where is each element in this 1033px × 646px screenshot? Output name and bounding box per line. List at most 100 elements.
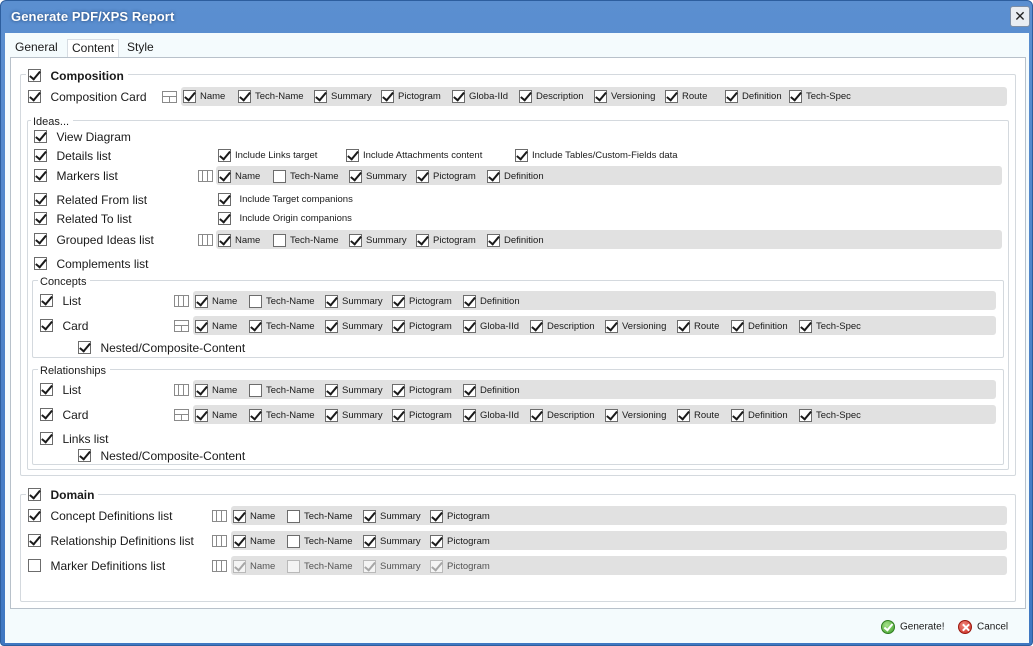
concept-defs-option-pictogram[interactable]: Pictogram: [430, 508, 490, 524]
concepts-card-option-summary[interactable]: Summary: [325, 318, 383, 334]
tab-general[interactable]: General: [11, 39, 62, 57]
include-origin-companions-checkbox[interactable]: [218, 212, 231, 226]
relationships-card-option-summary[interactable]: Summary: [325, 407, 383, 423]
concepts-card-checkbox[interactable]: [40, 319, 53, 333]
concept-defs-name-checkbox[interactable]: [233, 510, 246, 524]
include-origin-companions-option[interactable]: Include Origin companions: [218, 210, 352, 226]
details-list-option-include-attachments-content[interactable]: Include Attachments content: [346, 147, 482, 163]
details-list-option-include-links-target[interactable]: Include Links target: [218, 147, 317, 163]
grouped-ideas-tech-name-checkbox[interactable]: [273, 234, 286, 248]
concept-defs-option-summary[interactable]: Summary: [363, 508, 421, 524]
grouped-ideas-summary-checkbox[interactable]: [349, 234, 362, 248]
domain-checkbox[interactable]: [28, 488, 41, 502]
concepts-card-description-checkbox[interactable]: [530, 320, 543, 334]
details-list-checkbox[interactable]: [34, 149, 47, 163]
relationships-card-option-globa-iid[interactable]: Globa-IId: [463, 407, 519, 423]
composition-card-description-checkbox[interactable]: [519, 90, 532, 104]
table-layout-icon[interactable]: [212, 510, 227, 522]
relationships-list-option-tech-name[interactable]: Tech-Name: [249, 382, 315, 398]
concepts-card-tech-name-checkbox[interactable]: [249, 320, 262, 334]
relationship-defs-name-checkbox[interactable]: [233, 535, 246, 549]
markers-list-pictogram-checkbox[interactable]: [416, 170, 429, 184]
concepts-list-option-definition[interactable]: Definition: [463, 293, 520, 309]
concept-defs-summary-checkbox[interactable]: [363, 510, 376, 524]
concepts-list-option-tech-name[interactable]: Tech-Name: [249, 293, 315, 309]
grouped-ideas-option-name[interactable]: Name: [218, 232, 260, 248]
relationships-card-tech-name-checkbox[interactable]: [249, 409, 262, 423]
concepts-card-option-tech-name[interactable]: Tech-Name: [249, 318, 315, 334]
concepts-list-option-pictogram[interactable]: Pictogram: [392, 293, 452, 309]
concepts-card-option-description[interactable]: Description: [530, 318, 595, 334]
relationships-list-option-pictogram[interactable]: Pictogram: [392, 382, 452, 398]
relationship-defs-tech-name-checkbox[interactable]: [287, 535, 300, 549]
relationships-list-summary-checkbox[interactable]: [325, 384, 338, 398]
relationships-list-name-checkbox[interactable]: [195, 384, 208, 398]
include-target-companions-checkbox[interactable]: [218, 193, 231, 207]
grouped-ideas-option-summary[interactable]: Summary: [349, 232, 407, 248]
relationships-card-globa-iid-checkbox[interactable]: [463, 409, 476, 423]
details-list-include-links-target-checkbox[interactable]: [218, 149, 231, 163]
concept-defs-tech-name-checkbox[interactable]: [287, 510, 300, 524]
relationships-list-pictogram-checkbox[interactable]: [392, 384, 405, 398]
composition-card-option-description[interactable]: Description: [519, 88, 584, 104]
concepts-card-option-name[interactable]: Name: [195, 318, 237, 334]
table-layout-icon[interactable]: [212, 535, 227, 547]
relationships-list-checkbox[interactable]: [40, 383, 53, 397]
relationships-list-tech-name-checkbox[interactable]: [249, 384, 262, 398]
concepts-list-pictogram-checkbox[interactable]: [392, 295, 405, 309]
concepts-card-option-pictogram[interactable]: Pictogram: [392, 318, 452, 334]
concept-defs-pictogram-checkbox[interactable]: [430, 510, 443, 524]
composition-card-name-checkbox[interactable]: [183, 90, 196, 104]
composition-card-globa-iid-checkbox[interactable]: [452, 90, 465, 104]
details-list-include-tables-custom-fields-data-checkbox[interactable]: [515, 149, 528, 163]
composition-card-versioning-checkbox[interactable]: [594, 90, 607, 104]
relationship-defs-option-name[interactable]: Name: [233, 533, 275, 549]
relationship-defs-option-pictogram[interactable]: Pictogram: [430, 533, 490, 549]
concept-defs-checkbox[interactable]: [28, 509, 41, 523]
relationship-defs-option-summary[interactable]: Summary: [363, 533, 421, 549]
relationship-defs-pictogram-checkbox[interactable]: [430, 535, 443, 549]
markers-list-checkbox[interactable]: [34, 169, 47, 183]
relationships-card-pictogram-checkbox[interactable]: [392, 409, 405, 423]
relationship-defs-option-tech-name[interactable]: Tech-Name: [287, 533, 353, 549]
relationships-card-option-name[interactable]: Name: [195, 407, 237, 423]
concepts-list-option-name[interactable]: Name: [195, 293, 237, 309]
cancel-button[interactable]: Cancel: [958, 620, 1008, 636]
composition-card-route-checkbox[interactable]: [665, 90, 678, 104]
grouped-ideas-definition-checkbox[interactable]: [487, 234, 500, 248]
relationships-card-description-checkbox[interactable]: [530, 409, 543, 423]
concepts-card-globa-iid-checkbox[interactable]: [463, 320, 476, 334]
relationships-card-option-tech-spec[interactable]: Tech-Spec: [799, 407, 861, 423]
concepts-card-versioning-checkbox[interactable]: [605, 320, 618, 334]
concepts-list-option-summary[interactable]: Summary: [325, 293, 383, 309]
composition-card-option-name[interactable]: Name: [183, 88, 225, 104]
markers-list-definition-checkbox[interactable]: [487, 170, 500, 184]
relationships-card-option-versioning[interactable]: Versioning: [605, 407, 666, 423]
markers-list-tech-name-checkbox[interactable]: [273, 170, 286, 184]
grouped-ideas-checkbox[interactable]: [34, 233, 47, 247]
concepts-list-tech-name-checkbox[interactable]: [249, 295, 262, 309]
relationships-card-name-checkbox[interactable]: [195, 409, 208, 423]
include-target-companions-option[interactable]: Include Target companions: [218, 191, 353, 207]
grouped-ideas-option-tech-name[interactable]: Tech-Name: [273, 232, 339, 248]
relationships-card-option-description[interactable]: Description: [530, 407, 595, 423]
card-layout-icon[interactable]: [162, 91, 177, 103]
relationships-card-checkbox[interactable]: [40, 408, 53, 422]
markers-list-option-name[interactable]: Name: [218, 168, 260, 184]
concepts-list-summary-checkbox[interactable]: [325, 295, 338, 309]
close-button[interactable]: ✕: [1010, 6, 1030, 27]
composition-card-option-definition[interactable]: Definition: [725, 88, 782, 104]
composition-card-option-route[interactable]: Route: [665, 88, 707, 104]
links-list-checkbox[interactable]: [40, 432, 53, 446]
relationships-list-option-definition[interactable]: Definition: [463, 382, 520, 398]
concepts-card-option-route[interactable]: Route: [677, 318, 719, 334]
details-list-option-include-tables-custom-fields-data[interactable]: Include Tables/Custom-Fields data: [515, 147, 678, 163]
table-layout-icon[interactable]: [174, 384, 189, 396]
composition-card-option-globa-iid[interactable]: Globa-IId: [452, 88, 508, 104]
related-from-checkbox[interactable]: [34, 193, 47, 207]
composition-card-option-summary[interactable]: Summary: [314, 88, 372, 104]
relationships-card-versioning-checkbox[interactable]: [605, 409, 618, 423]
relationships-list-definition-checkbox[interactable]: [463, 384, 476, 398]
tab-content[interactable]: Content: [67, 39, 120, 57]
markers-list-option-summary[interactable]: Summary: [349, 168, 407, 184]
